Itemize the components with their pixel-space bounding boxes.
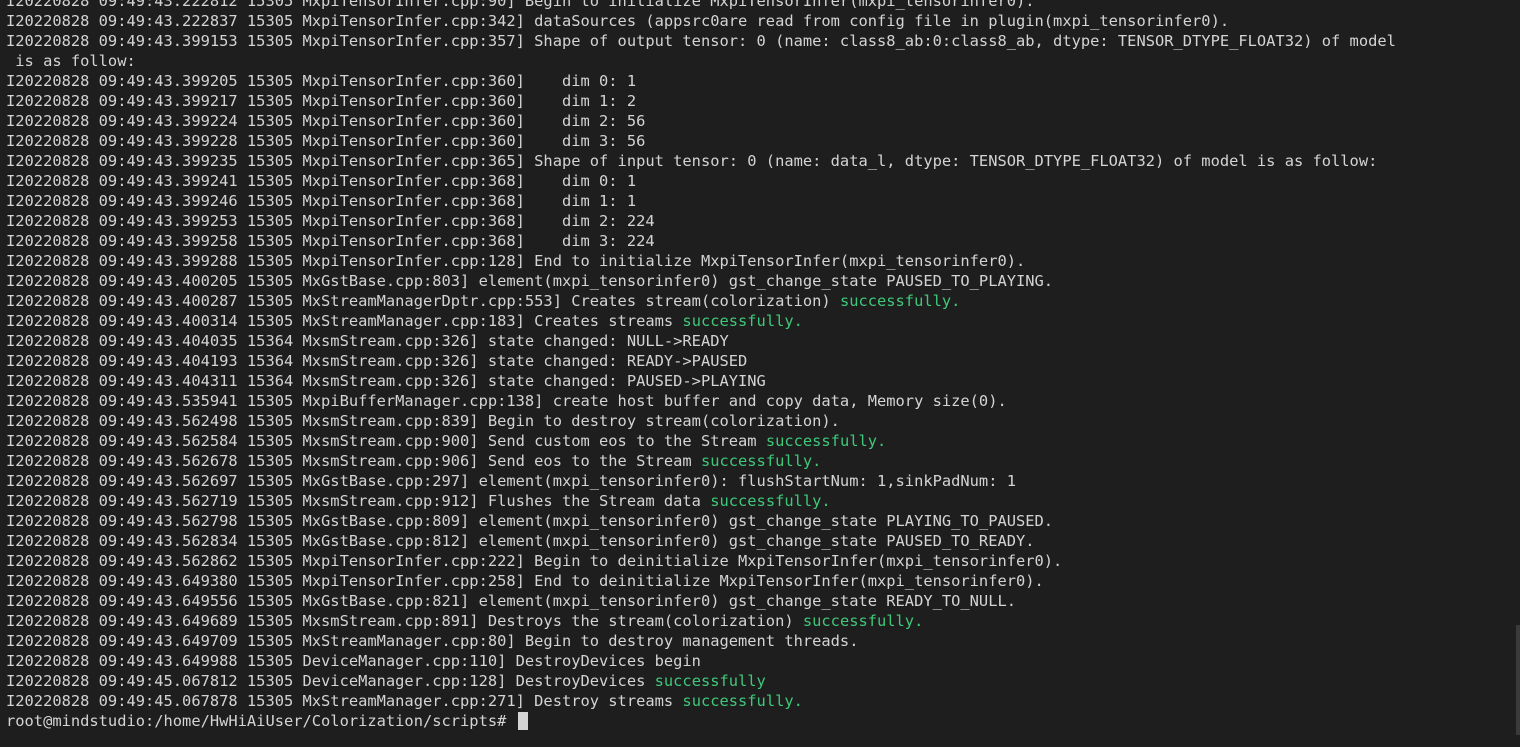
log-text: I20220828 09:49:43.399235 15305 MxpiTens…	[6, 152, 1378, 170]
log-suffix: .	[821, 492, 831, 510]
log-text: I20220828 09:49:43.562719 15305 MxsmStre…	[6, 492, 711, 510]
log-text: I20220828 09:49:43.399258 15305 MxpiTens…	[6, 232, 655, 250]
terminal-window[interactable]: I20220828 09:49:43.222812 15305 MxpiTens…	[0, 0, 1520, 747]
shell-prompt: root@mindstudio:/home/HwHiAiUser/Coloriz…	[6, 712, 516, 730]
log-suffix: .	[793, 692, 803, 710]
log-text: I20220828 09:49:43.562862 15305 MxpiTens…	[6, 552, 1063, 570]
log-line: I20220828 09:49:43.562834 15305 MxGstBas…	[6, 531, 1510, 551]
log-text: I20220828 09:49:43.535941 15305 MxpiBuff…	[6, 392, 1007, 410]
log-text: I20220828 09:49:43.649689 15305 MxsmStre…	[6, 612, 803, 630]
log-text: I20220828 09:49:43.562798 15305 MxGstBas…	[6, 512, 1054, 530]
log-line: I20220828 09:49:43.399241 15305 MxpiTens…	[6, 171, 1510, 191]
log-text: I20220828 09:49:43.222837 15305 MxpiTens…	[6, 12, 1230, 30]
log-line: I20220828 09:49:43.399253 15305 MxpiTens…	[6, 211, 1510, 231]
log-line: I20220828 09:49:43.399205 15305 MxpiTens…	[6, 71, 1510, 91]
log-text: I20220828 09:49:43.399253 15305 MxpiTens…	[6, 212, 655, 230]
log-text: I20220828 09:49:43.649988 15305 DeviceMa…	[6, 652, 701, 670]
log-line: is as follow:	[6, 51, 1510, 71]
success-keyword: successfully	[682, 692, 794, 710]
log-suffix: .	[812, 452, 822, 470]
log-text: is as follow:	[6, 52, 136, 70]
log-line: I20220828 09:49:43.562498 15305 MxsmStre…	[6, 411, 1510, 431]
log-text: I20220828 09:49:45.067878 15305 MxStream…	[6, 692, 683, 710]
terminal-output: I20220828 09:49:43.222812 15305 MxpiTens…	[6, 0, 1510, 731]
success-keyword: successfully	[654, 672, 766, 690]
scrollbar-thumb[interactable]	[1516, 625, 1520, 735]
log-line: I20220828 09:49:43.399224 15305 MxpiTens…	[6, 111, 1510, 131]
log-line: I20220828 09:49:45.067878 15305 MxStream…	[6, 691, 1510, 711]
log-line: I20220828 09:49:43.649380 15305 MxpiTens…	[6, 571, 1510, 591]
log-text: I20220828 09:49:43.399246 15305 MxpiTens…	[6, 192, 637, 210]
log-line: I20220828 09:49:43.562719 15305 MxsmStre…	[6, 491, 1510, 511]
log-text: I20220828 09:49:43.399205 15305 MxpiTens…	[6, 72, 637, 90]
log-line: I20220828 09:49:43.404035 15364 MxsmStre…	[6, 331, 1510, 351]
success-keyword: successfully	[710, 492, 822, 510]
success-keyword: successfully	[839, 292, 952, 310]
log-line: I20220828 09:49:43.400314 15305 MxStream…	[6, 311, 1510, 331]
log-line: I20220828 09:49:43.399258 15305 MxpiTens…	[6, 231, 1510, 251]
log-line: I20220828 09:49:43.535941 15305 MxpiBuff…	[6, 391, 1510, 411]
log-text: I20220828 09:49:43.399224 15305 MxpiTens…	[6, 112, 646, 130]
log-line: I20220828 09:49:43.400205 15305 MxGstBas…	[6, 271, 1510, 291]
log-text: I20220828 09:49:43.404311 15364 MxsmStre…	[6, 372, 766, 390]
log-line: I20220828 09:49:43.399246 15305 MxpiTens…	[6, 191, 1510, 211]
log-line: I20220828 09:49:43.222812 15305 MxpiTens…	[6, 0, 1510, 11]
log-line: I20220828 09:49:45.067812 15305 DeviceMa…	[6, 671, 1510, 691]
log-line: I20220828 09:49:43.399217 15305 MxpiTens…	[6, 91, 1510, 111]
log-text: I20220828 09:49:43.649380 15305 MxpiTens…	[6, 572, 1044, 590]
log-line: I20220828 09:49:43.404193 15364 MxsmStre…	[6, 351, 1510, 371]
log-text: I20220828 09:49:43.649709 15305 MxStream…	[6, 632, 859, 650]
log-line: I20220828 09:49:43.399235 15305 MxpiTens…	[6, 151, 1510, 171]
log-line: I20220828 09:49:43.399153 15305 MxpiTens…	[6, 31, 1510, 51]
log-line: I20220828 09:49:43.649689 15305 MxsmStre…	[6, 611, 1510, 631]
log-line: I20220828 09:49:43.404311 15364 MxsmStre…	[6, 371, 1510, 391]
log-line: I20220828 09:49:43.562862 15305 MxpiTens…	[6, 551, 1510, 571]
log-line: I20220828 09:49:43.649556 15305 MxGstBas…	[6, 591, 1510, 611]
log-text: I20220828 09:49:43.399288 15305 MxpiTens…	[6, 252, 1026, 270]
log-text: I20220828 09:49:43.562697 15305 MxGstBas…	[6, 472, 1016, 490]
log-line: I20220828 09:49:43.399288 15305 MxpiTens…	[6, 251, 1510, 271]
log-line: I20220828 09:49:43.649709 15305 MxStream…	[6, 631, 1510, 651]
log-text: I20220828 09:49:43.562678 15305 MxsmStre…	[6, 452, 701, 470]
log-line: I20220828 09:49:43.562697 15305 MxGstBas…	[6, 471, 1510, 491]
log-line: I20220828 09:49:43.562678 15305 MxsmStre…	[6, 451, 1510, 471]
log-text: I20220828 09:49:43.400205 15305 MxGstBas…	[6, 272, 1054, 290]
log-text: I20220828 09:49:43.400287 15305 MxStream…	[6, 292, 840, 310]
log-line: I20220828 09:49:43.562798 15305 MxGstBas…	[6, 511, 1510, 531]
log-text: I20220828 09:49:43.400314 15305 MxStream…	[6, 312, 683, 330]
log-suffix: .	[877, 432, 887, 450]
log-text: I20220828 09:49:43.222812 15305 MxpiTens…	[6, 0, 1035, 10]
log-suffix: .	[793, 312, 803, 330]
text-cursor	[517, 712, 528, 730]
log-text: I20220828 09:49:43.399241 15305 MxpiTens…	[6, 172, 637, 190]
log-text: I20220828 09:49:45.067812 15305 DeviceMa…	[6, 672, 655, 690]
success-keyword: successfully	[700, 452, 813, 470]
log-suffix: .	[914, 612, 924, 630]
log-text: I20220828 09:49:43.649556 15305 MxGstBas…	[6, 592, 1016, 610]
success-keyword: successfully	[682, 312, 794, 330]
log-text: I20220828 09:49:43.562834 15305 MxGstBas…	[6, 532, 1035, 550]
log-line: I20220828 09:49:43.649988 15305 DeviceMa…	[6, 651, 1510, 671]
log-text: I20220828 09:49:43.562584 15305 MxsmStre…	[6, 432, 766, 450]
log-text: I20220828 09:49:43.404193 15364 MxsmStre…	[6, 352, 748, 370]
success-keyword: successfully	[802, 612, 915, 630]
log-text: I20220828 09:49:43.399217 15305 MxpiTens…	[6, 92, 637, 110]
log-suffix: .	[951, 292, 961, 310]
log-line: I20220828 09:49:43.399228 15305 MxpiTens…	[6, 131, 1510, 151]
shell-prompt-line[interactable]: root@mindstudio:/home/HwHiAiUser/Coloriz…	[6, 711, 1510, 731]
log-text: I20220828 09:49:43.399153 15305 MxpiTens…	[6, 32, 1396, 50]
success-keyword: successfully	[765, 432, 878, 450]
log-text: I20220828 09:49:43.562498 15305 MxsmStre…	[6, 412, 840, 430]
log-text: I20220828 09:49:43.404035 15364 MxsmStre…	[6, 332, 729, 350]
log-text: I20220828 09:49:43.399228 15305 MxpiTens…	[6, 132, 646, 150]
log-line: I20220828 09:49:43.400287 15305 MxStream…	[6, 291, 1510, 311]
log-line: I20220828 09:49:43.222837 15305 MxpiTens…	[6, 11, 1510, 31]
log-line: I20220828 09:49:43.562584 15305 MxsmStre…	[6, 431, 1510, 451]
